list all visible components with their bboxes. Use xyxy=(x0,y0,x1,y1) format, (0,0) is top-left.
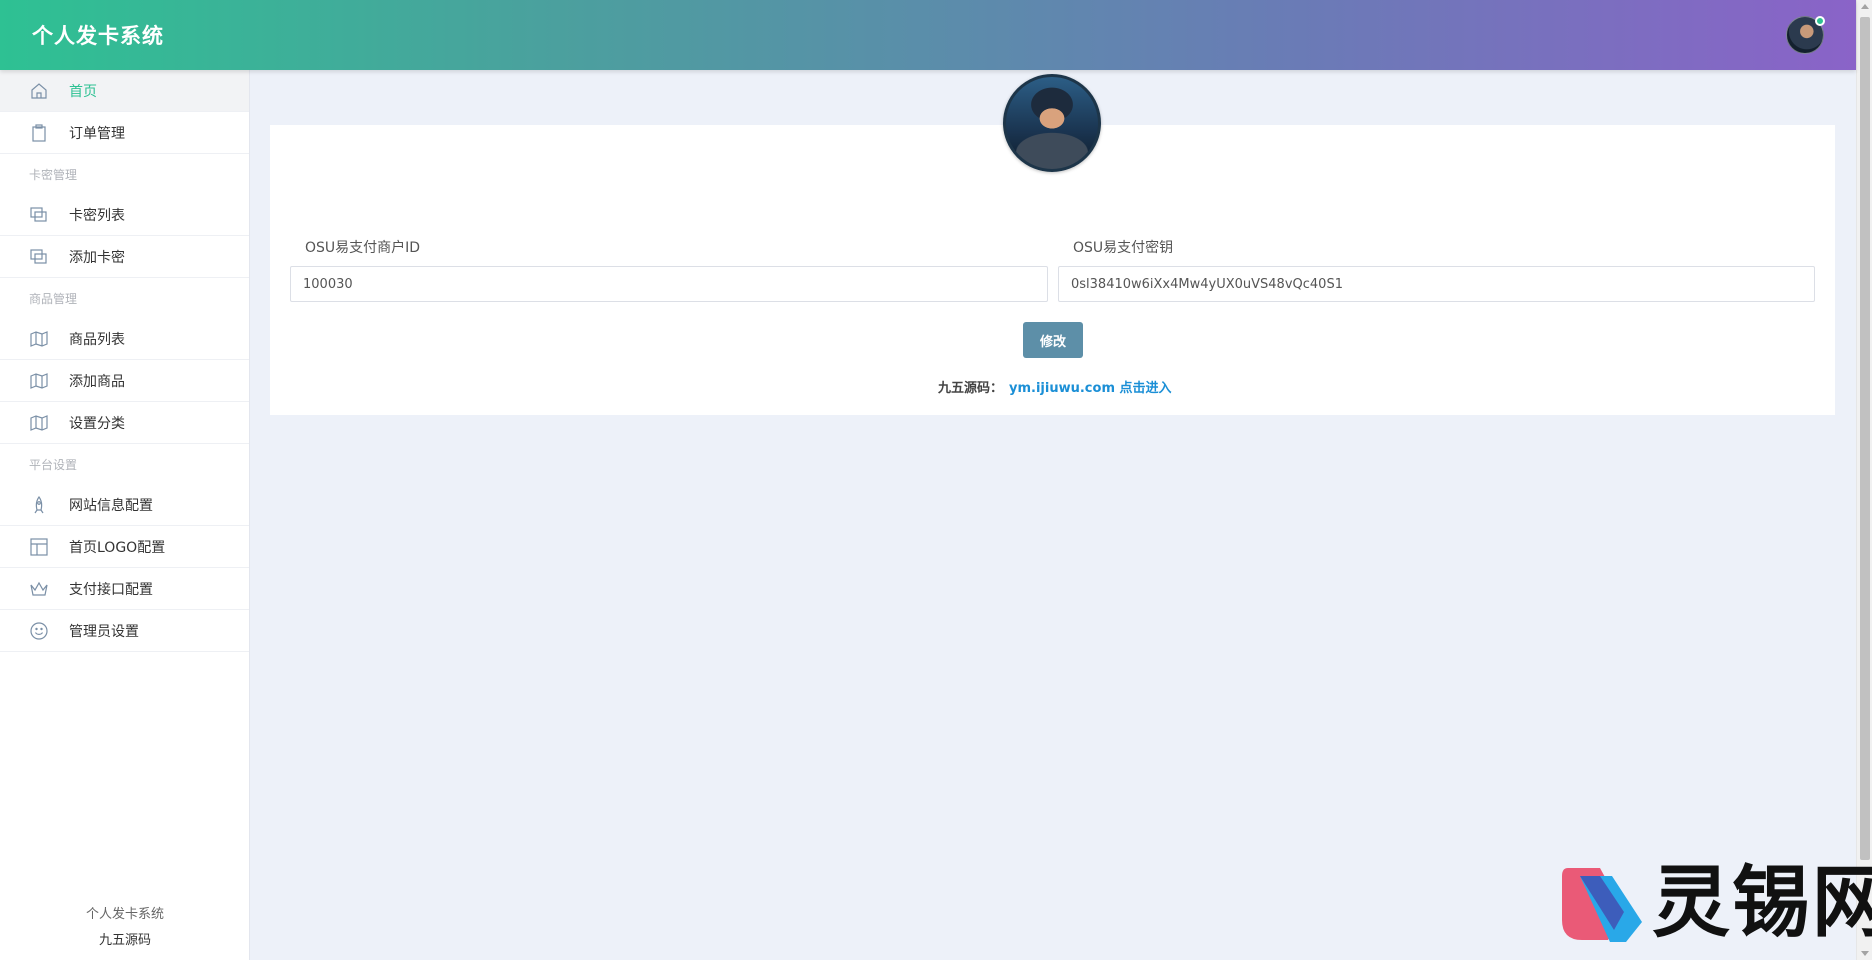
sidebar-item-label: 添加商品 xyxy=(69,373,125,390)
sidebar-item-home[interactable]: 首页 xyxy=(0,70,249,112)
merchant-id-input[interactable] xyxy=(290,266,1048,302)
rocket-icon xyxy=(29,495,49,515)
sidebar-item-label: 卡密列表 xyxy=(69,207,125,224)
page-scrollbar[interactable] xyxy=(1856,0,1872,960)
sidebar-item-add-card[interactable]: 添加卡密 xyxy=(0,236,249,278)
credit-prefix: 九五源码： xyxy=(938,381,1004,396)
user-avatar[interactable] xyxy=(1786,16,1825,54)
secret-key-input[interactable] xyxy=(1058,266,1815,302)
sidebar: 首页 订单管理 卡密管理 卡密列表 添加卡密 商品管理 商品列表 添加商品 设置… xyxy=(0,70,250,960)
profile-avatar xyxy=(1003,74,1101,172)
sidebar-item-label: 订单管理 xyxy=(69,125,125,142)
secret-key-label: OSU易支付密钥 xyxy=(1073,240,1174,256)
footer-credit: 九五源码 xyxy=(98,933,151,948)
app-title: 个人发卡系统 xyxy=(32,24,164,48)
modify-button[interactable]: 修改 xyxy=(1023,322,1083,358)
top-bar: 个人发卡系统 xyxy=(0,0,1856,70)
sidebar-item-card-list[interactable]: 卡密列表 xyxy=(0,194,249,236)
scrollbar-thumb[interactable] xyxy=(1860,17,1870,860)
home-icon xyxy=(29,81,49,101)
scroll-down-arrow-icon[interactable] xyxy=(1861,951,1869,956)
sidebar-item-product-list[interactable]: 商品列表 xyxy=(0,318,249,360)
sidebar-item-label: 设置分类 xyxy=(69,415,125,432)
online-status-dot xyxy=(1815,16,1825,26)
watermark-text: 灵锡网 xyxy=(1652,858,1872,948)
sidebar-item-label: 网站信息配置 xyxy=(69,497,153,514)
sidebar-item-categories[interactable]: 设置分类 xyxy=(0,402,249,444)
sidebar-footer: 个人发卡系统 九五源码 xyxy=(0,903,250,948)
watermark: 灵锡网 xyxy=(1560,858,1872,948)
watermark-logo-icon xyxy=(1562,868,1642,942)
sidebar-item-label: 管理员设置 xyxy=(69,623,139,640)
sidebar-group-product-management: 商品管理 xyxy=(29,291,78,306)
scroll-up-arrow-icon[interactable] xyxy=(1861,4,1869,9)
sidebar-item-payment-config[interactable]: 支付接口配置 xyxy=(0,568,249,610)
map-icon xyxy=(29,413,49,433)
sidebar-item-label: 商品列表 xyxy=(69,331,125,348)
sidebar-item-site-info[interactable]: 网站信息配置 xyxy=(0,484,249,526)
credit-link[interactable]: ym.ijiuwu.com 点击进入 xyxy=(1009,381,1172,396)
crown-icon xyxy=(29,579,49,599)
cards-icon xyxy=(29,205,49,225)
layout-icon xyxy=(29,537,49,557)
source-credit: 九五源码： ym.ijiuwu.com 点击进入 xyxy=(938,377,1172,396)
merchant-id-label: OSU易支付商户ID xyxy=(305,240,421,256)
sidebar-item-label: 添加卡密 xyxy=(69,249,125,266)
sidebar-item-add-product[interactable]: 添加商品 xyxy=(0,360,249,402)
map-icon xyxy=(29,329,49,349)
footer-app-name: 个人发卡系统 xyxy=(85,907,164,922)
sidebar-group-platform-settings: 平台设置 xyxy=(29,457,78,472)
sidebar-item-logo-config[interactable]: 首页LOGO配置 xyxy=(0,526,249,568)
clipboard-icon xyxy=(29,123,49,143)
sidebar-item-label: 支付接口配置 xyxy=(69,581,153,598)
cards-icon xyxy=(29,247,49,267)
sidebar-item-label: 首页 xyxy=(69,83,97,100)
sidebar-item-orders[interactable]: 订单管理 xyxy=(0,112,249,154)
sidebar-item-admin-settings[interactable]: 管理员设置 xyxy=(0,610,249,652)
sidebar-item-label: 首页LOGO配置 xyxy=(69,539,166,556)
smile-icon xyxy=(29,621,49,641)
sidebar-group-card-management: 卡密管理 xyxy=(29,167,78,182)
map-icon xyxy=(29,371,49,391)
